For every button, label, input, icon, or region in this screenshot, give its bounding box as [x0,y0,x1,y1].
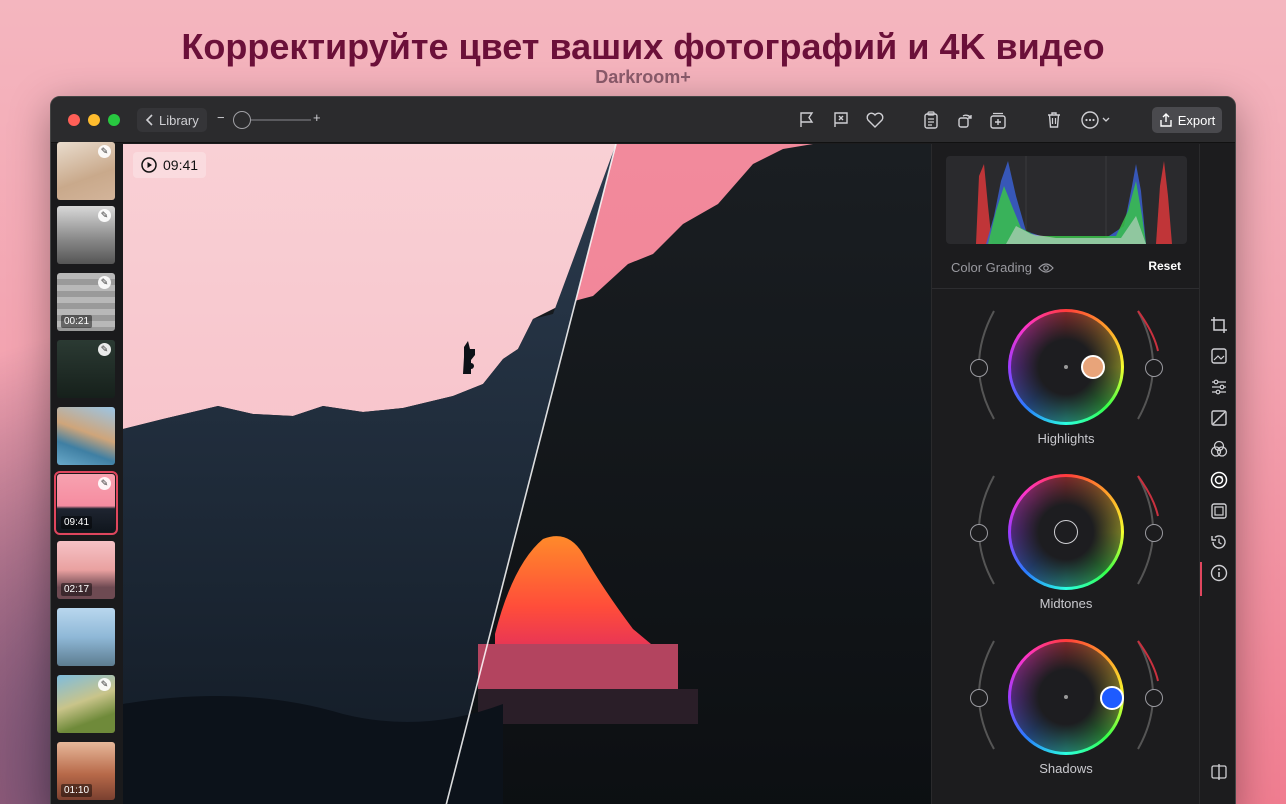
chevron-left-icon [145,114,153,126]
shadows-luminance-left-knob[interactable] [970,689,988,707]
export-button[interactable]: Export [1152,107,1222,133]
panel-divider [932,288,1200,289]
minimize-window-button[interactable] [88,114,100,126]
midtones-label: Midtones [1039,596,1093,611]
filmstrip-thumb[interactable]: ✎ [57,206,115,264]
color-grading-header: Color Grading [951,260,1054,275]
eye-icon[interactable] [1038,262,1054,274]
heart-icon[interactable] [865,110,885,130]
histogram [946,156,1187,244]
clipboard-icon[interactable] [921,110,941,130]
add-to-album-icon[interactable] [988,110,1008,130]
toolbar: Library − + Export [51,97,1235,143]
library-back-label: Library [159,112,199,128]
frame-icon[interactable] [1209,501,1229,521]
playback-time-chip[interactable]: 09:41 [133,152,207,178]
zoom-out-button[interactable]: − [217,110,225,125]
highlights-label: Highlights [1037,431,1095,446]
color-mixer-icon[interactable] [1209,439,1229,459]
highlights-color-wheel[interactable] [1008,309,1124,425]
thumb-duration: 00:21 [61,315,93,328]
play-icon [141,157,157,173]
image-icon[interactable] [1209,346,1229,366]
library-back-button[interactable]: Library [137,108,207,132]
reset-button[interactable]: Reset [1148,259,1181,273]
edited-icon: ✎ [98,477,111,490]
filmstrip-thumb[interactable]: ✎ [57,675,115,733]
zoom-in-button[interactable]: + [313,110,321,125]
photo-canvas[interactable]: 09:41 [123,144,931,804]
midtones-wheel-control: Midtones [932,466,1200,616]
edited-icon: ✎ [98,209,111,222]
share-icon [1160,113,1172,127]
flag-icon[interactable] [797,110,817,130]
shadows-wheel-knob[interactable] [1100,686,1124,710]
curves-icon[interactable] [1209,408,1229,428]
headline: Корректируйте цвет ваших фотографий и 4K… [181,26,1105,67]
edited-icon: ✎ [98,678,111,691]
color-grading-label: Color Grading [951,260,1032,275]
reject-icon[interactable] [831,110,851,130]
playback-time: 09:41 [163,157,199,173]
filmstrip-thumb-selected[interactable]: ✎ 09:41 [54,471,118,535]
filmstrip-thumb[interactable]: ✎ [57,340,115,398]
filmstrip-thumb[interactable] [57,407,115,465]
highlights-wheel-control: Highlights [932,301,1200,451]
subheadline: Darkroom+ [595,67,691,87]
trash-icon[interactable] [1044,110,1064,130]
midtones-wheel-knob[interactable] [1054,520,1078,544]
close-window-button[interactable] [68,114,80,126]
photo-preview [123,144,931,804]
shadows-wheel-control: Shadows [932,631,1200,781]
export-label: Export [1177,112,1216,128]
edited-icon: ✎ [98,276,111,289]
filmstrip-thumb[interactable]: ✎ [57,142,115,200]
history-icon[interactable] [1209,532,1229,552]
thumb-duration: 09:41 [61,516,93,529]
filmstrip: ✎ ✎ ✎ 00:21 ✎ ✎ 09:41 02:17 ✎ 01:10 [51,142,123,804]
tools-sidebar [1199,144,1235,804]
wheel-center-dot [1064,365,1068,369]
adjustments-panel: Color Grading Reset Highlights Midtones … [931,144,1200,804]
info-icon[interactable] [1209,563,1229,583]
filmstrip-thumb[interactable]: ✎ 00:21 [57,273,115,331]
zoom-slider[interactable] [233,111,311,129]
edited-icon: ✎ [98,343,111,356]
active-tool-indicator [1200,562,1202,596]
highlights-luminance-left-knob[interactable] [970,359,988,377]
thumb-duration: 01:10 [61,784,93,797]
compare-icon[interactable] [1209,762,1229,782]
midtones-luminance-right-knob[interactable] [1145,524,1163,542]
zoom-slider-thumb[interactable] [233,111,251,129]
midtones-luminance-left-knob[interactable] [970,524,988,542]
filmstrip-thumb[interactable] [57,608,115,666]
highlights-wheel-knob[interactable] [1081,355,1105,379]
shadows-color-wheel[interactable] [1008,639,1124,755]
more-icon[interactable] [1080,110,1114,130]
filmstrip-thumb[interactable]: 02:17 [57,541,115,599]
midtones-color-wheel[interactable] [1008,474,1124,590]
shadows-luminance-right-knob[interactable] [1145,689,1163,707]
app-window: Library − + Export ✎ ✎ ✎ 00:21 ✎ ✎ 09:41 0… [50,96,1236,804]
highlights-luminance-right-knob[interactable] [1145,359,1163,377]
sliders-icon[interactable] [1209,377,1229,397]
crop-icon[interactable] [1209,315,1229,335]
rotate-icon[interactable] [955,110,975,130]
shadows-label: Shadows [1039,761,1093,776]
zoom-window-button[interactable] [108,114,120,126]
wheel-center-dot [1064,695,1068,699]
filmstrip-thumb[interactable]: 01:10 [57,742,115,800]
edited-icon: ✎ [98,145,111,158]
thumb-duration: 02:17 [61,583,93,596]
histogram-graph [976,156,1172,244]
color-grading-icon[interactable] [1209,470,1229,490]
